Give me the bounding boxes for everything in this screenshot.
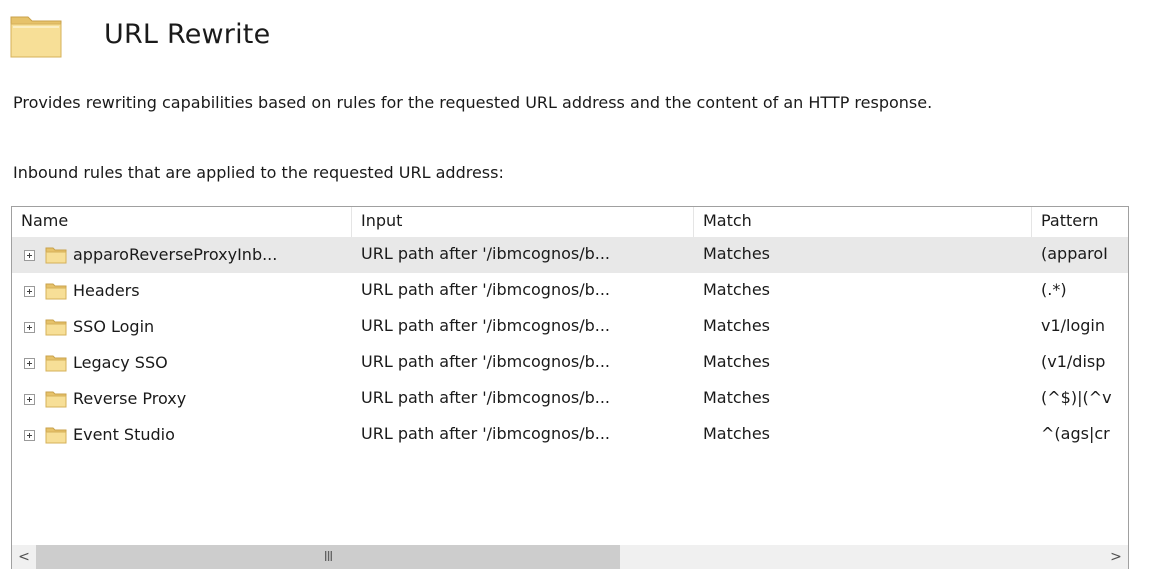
rule-name: apparoReverseProxyInb... — [73, 245, 278, 264]
expand-icon[interactable] — [24, 393, 35, 405]
feature-description: Provides rewriting capabilities based on… — [13, 93, 933, 112]
table-row[interactable]: Headers URL path after '/ibmcognos/b... … — [12, 273, 1128, 309]
inbound-rules-grid[interactable]: Name Input Match Pattern apparoReversePr… — [11, 206, 1129, 569]
rule-match: Matches — [703, 352, 770, 371]
rule-pattern: (.*) — [1041, 280, 1067, 299]
url-rewrite-page: URL Rewrite Provides rewriting capabilit… — [0, 0, 1150, 569]
column-header-pattern[interactable]: Pattern — [1032, 207, 1128, 237]
rule-pattern: (apparoI — [1041, 244, 1108, 263]
rule-input: URL path after '/ibmcognos/b... — [361, 424, 611, 443]
rule-match: Matches — [703, 244, 770, 263]
rule-pattern: (^$)|(^v — [1041, 388, 1112, 407]
rule-name: Reverse Proxy — [73, 389, 187, 408]
rule-name: Legacy SSO — [73, 353, 168, 372]
rule-input: URL path after '/ibmcognos/b... — [361, 280, 611, 299]
horizontal-scrollbar[interactable]: < III > — [11, 545, 1129, 569]
rule-input: URL path after '/ibmcognos/b... — [361, 352, 611, 371]
scroll-left-button[interactable]: < — [12, 545, 36, 569]
page-title: URL Rewrite — [104, 18, 271, 50]
expand-icon[interactable] — [24, 249, 35, 261]
table-row[interactable]: Event Studio URL path after '/ibmcognos/… — [12, 417, 1128, 453]
rule-match: Matches — [703, 280, 770, 299]
rule-pattern: v1/login — [1041, 316, 1106, 335]
column-header-name[interactable]: Name — [12, 207, 352, 237]
scroll-right-button[interactable]: > — [1104, 545, 1128, 569]
page-header: URL Rewrite — [8, 6, 270, 62]
grip-icon: III — [323, 549, 333, 565]
table-row[interactable]: Reverse Proxy URL path after '/ibmcognos… — [12, 381, 1128, 417]
folder-icon — [45, 319, 67, 336]
expand-icon[interactable] — [24, 321, 35, 333]
folder-icon — [45, 247, 67, 264]
rule-name: SSO Login — [73, 317, 155, 336]
table-row[interactable]: Legacy SSO URL path after '/ibmcognos/b.… — [12, 345, 1128, 381]
column-header-input[interactable]: Input — [352, 207, 694, 237]
grid-header: Name Input Match Pattern — [12, 207, 1128, 238]
expand-icon[interactable] — [24, 285, 35, 297]
folder-icon — [45, 283, 67, 300]
expand-icon[interactable] — [24, 429, 35, 441]
grid-rows: apparoReverseProxyInb... URL path after … — [12, 237, 1128, 453]
rule-input: URL path after '/ibmcognos/b... — [361, 388, 611, 407]
rule-name: Event Studio — [73, 425, 175, 444]
rule-pattern: (v1/disp — [1041, 352, 1106, 371]
rule-pattern: ^(ags|cr — [1041, 424, 1110, 443]
folder-icon — [10, 16, 62, 58]
rule-input: URL path after '/ibmcognos/b... — [361, 316, 611, 335]
table-row[interactable]: apparoReverseProxyInb... URL path after … — [12, 237, 1128, 273]
rule-match: Matches — [703, 316, 770, 335]
column-header-match[interactable]: Match — [694, 207, 1032, 237]
folder-icon — [45, 427, 67, 444]
scroll-thumb[interactable]: III — [36, 545, 620, 569]
rule-match: Matches — [703, 424, 770, 443]
rule-name: Headers — [73, 281, 140, 300]
rule-match: Matches — [703, 388, 770, 407]
rule-input: URL path after '/ibmcognos/b... — [361, 244, 611, 263]
table-row[interactable]: SSO Login URL path after '/ibmcognos/b..… — [12, 309, 1128, 345]
folder-icon — [45, 391, 67, 408]
inbound-rules-label: Inbound rules that are applied to the re… — [13, 163, 504, 182]
folder-icon — [45, 355, 67, 372]
expand-icon[interactable] — [24, 357, 35, 369]
